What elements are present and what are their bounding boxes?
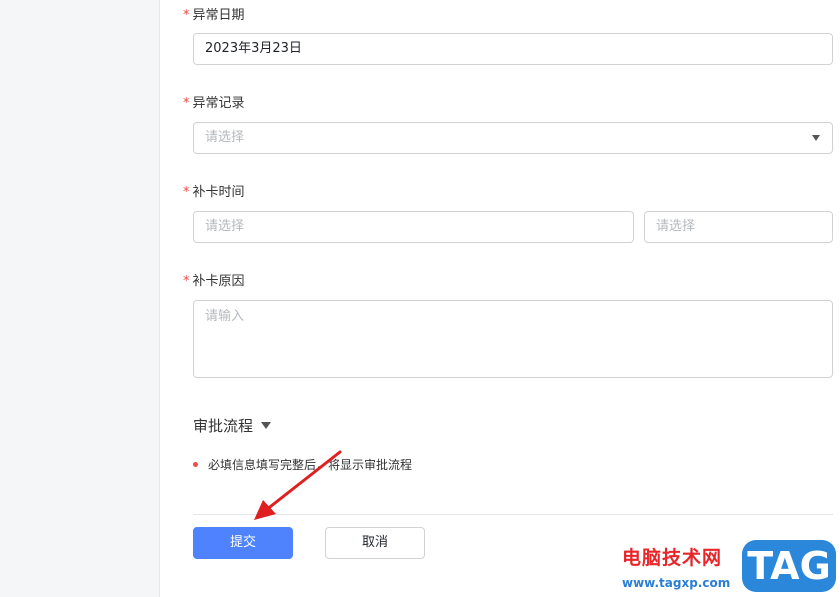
required-mark: *	[183, 274, 190, 289]
record-field-label: * 异常记录	[183, 96, 245, 111]
cancel-button[interactable]: 取消	[325, 527, 425, 559]
watermark-url: www.tagxp.com	[622, 576, 731, 590]
time-end-select[interactable]: 请选择	[644, 211, 833, 243]
record-select[interactable]: 请选择	[193, 122, 833, 154]
reason-textarea[interactable]: 请输入	[193, 300, 833, 378]
time-start-select[interactable]: 请选择	[193, 211, 634, 243]
left-sidebar	[0, 0, 160, 597]
approval-section-title: 审批流程	[193, 417, 254, 435]
caret-down-icon	[812, 135, 820, 141]
watermark-logo: TAG	[742, 540, 836, 592]
required-mark: *	[183, 8, 190, 23]
approval-section-toggle[interactable]: 审批流程	[193, 415, 272, 436]
submit-button[interactable]: 提交	[193, 527, 293, 559]
time-field-label: * 补卡时间	[183, 185, 245, 200]
date-input[interactable]: 2023年3月23日	[193, 33, 833, 65]
required-mark: *	[183, 96, 190, 111]
record-select-placeholder: 请选择	[205, 130, 245, 145]
required-mark: *	[183, 185, 190, 200]
date-field-label: * 异常日期	[183, 8, 245, 23]
bullet-dot-icon	[193, 462, 198, 467]
reason-field-label: * 补卡原因	[183, 274, 245, 289]
watermark-site-name: 电脑技术网	[622, 547, 723, 569]
caret-down-icon	[261, 422, 272, 429]
annotation-arrow-icon	[254, 450, 342, 520]
